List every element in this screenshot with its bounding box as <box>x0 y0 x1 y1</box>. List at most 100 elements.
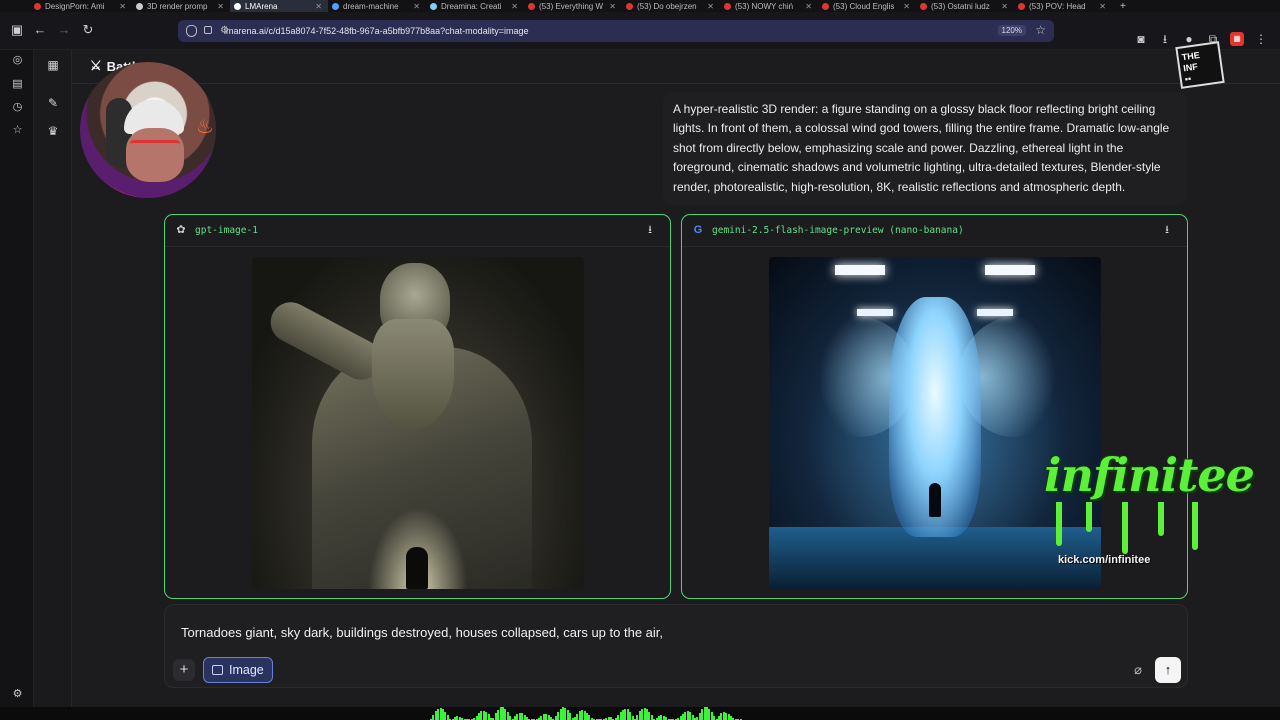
tab-title: (53) Everything W <box>539 1 604 11</box>
zoom-badge[interactable]: 120% <box>997 25 1026 36</box>
sidebar-toggle-icon[interactable]: ▣ <box>9 22 25 38</box>
browser-tab[interactable]: DesignPorn: Ami ✕ <box>30 0 132 12</box>
tab-favicon <box>1018 2 1025 10</box>
brand-url: kick.com/infinitee <box>1058 554 1151 566</box>
settings-icon[interactable]: ⚙ <box>11 688 24 701</box>
tab-favicon <box>920 2 927 10</box>
address-bar[interactable]: ⚙ lmarena.ai/c/d15a8074-7f52-48fb-967a-a… <box>178 20 1054 42</box>
close-tab-icon[interactable]: ✕ <box>707 2 714 11</box>
google-icon: G <box>693 224 703 236</box>
camera-icon[interactable]: ◙ <box>1134 32 1148 46</box>
tab-favicon <box>430 2 437 10</box>
tab-favicon <box>332 2 339 10</box>
generated-image[interactable] <box>252 257 584 589</box>
close-tab-icon[interactable]: ✕ <box>805 2 812 11</box>
swords-icon: ⚔ <box>90 58 102 73</box>
bookmarks-icon[interactable]: ☆ <box>11 124 24 137</box>
browser-tab[interactable]: dream-machine ✕ <box>328 0 426 12</box>
tab-title: DesignPorn: Ami <box>45 1 105 11</box>
tab-favicon <box>136 2 143 10</box>
close-tab-icon[interactable]: ✕ <box>1001 2 1008 11</box>
brand-wordmark: infinitee <box>1044 448 1255 502</box>
menu-icon[interactable]: ⋮ <box>1254 32 1268 46</box>
user-prompt-bubble: A hyper-realistic 3D render: a figure st… <box>663 92 1187 206</box>
shield-icon[interactable] <box>186 25 197 37</box>
prompt-composer[interactable]: Tornadoes giant, sky dark, buildings des… <box>164 604 1188 688</box>
prompt-input-text[interactable]: Tornadoes giant, sky dark, buildings des… <box>181 625 663 640</box>
close-tab-icon[interactable]: ✕ <box>119 2 126 11</box>
browser-tab[interactable]: (53) Do obejrzen ✕ <box>622 0 720 12</box>
new-chat-icon[interactable]: ✎ <box>46 96 60 110</box>
wallet-icon[interactable]: ▤ <box>11 78 24 91</box>
tab-title: Dreamina: Creati <box>441 1 502 11</box>
model-name: gemini-2.5-flash-image-preview (nano-ban… <box>712 225 964 236</box>
fire-icon: ♨ <box>196 116 214 138</box>
browser-tab[interactable]: (53) Ostatni ludz ✕ <box>916 0 1014 12</box>
card-header: ✿ gpt-image-1 ⭳ <box>165 215 670 247</box>
tab-favicon <box>528 2 535 10</box>
close-tab-icon[interactable]: ✕ <box>1099 2 1106 11</box>
url-text[interactable]: lmarena.ai/c/d15a8074-7f52-48fb-967a-a5b… <box>224 26 528 36</box>
back-icon[interactable]: ← <box>32 22 48 38</box>
attach-clip-icon[interactable]: ⌀ <box>1129 661 1147 679</box>
add-attachment-button[interactable]: + <box>173 659 195 681</box>
close-tab-icon[interactable]: ✕ <box>217 2 224 11</box>
gift-icon[interactable]: ▦ <box>1230 32 1244 46</box>
tab-title: dream-machine <box>343 1 399 11</box>
browser-tab[interactable]: (53) POV: Head ✕ <box>1014 0 1112 12</box>
browser-tab[interactable]: (53) Everything W ✕ <box>524 0 622 12</box>
browser-tab[interactable]: (53) Cloud Englis ✕ <box>818 0 916 12</box>
image-mode-label: Image <box>229 663 264 677</box>
app-sidebar: ▦ ✎ ♛ <box>34 50 72 720</box>
download-icon[interactable]: ⭳ <box>1161 224 1173 236</box>
download-icon[interactable]: ⭳ <box>644 224 656 236</box>
ai-icon[interactable]: ◎ <box>11 54 24 67</box>
history-icon[interactable]: ◷ <box>11 101 24 114</box>
openai-icon: ✿ <box>176 224 186 236</box>
reload-icon[interactable]: ↻ <box>80 22 96 38</box>
lock-icon[interactable] <box>204 26 212 34</box>
forward-icon[interactable]: → <box>56 22 72 38</box>
browser-tab[interactable]: Dreamina: Creati ✕ <box>426 0 524 12</box>
trophy-icon[interactable]: ♛ <box>46 124 60 138</box>
tab-title: (53) Ostatni ludz <box>931 1 990 11</box>
browser-sidebar: ◎ ▤ ◷ ☆ <box>0 50 34 720</box>
tab-favicon <box>234 2 241 10</box>
tab-title: (53) Cloud Englis <box>833 1 895 11</box>
image-mode-button[interactable]: Image <box>203 657 273 683</box>
site-settings-icon[interactable]: ⚙ <box>220 25 229 36</box>
app-header: ⚔ Battl <box>72 50 1280 84</box>
image-icon <box>212 665 223 675</box>
download-icon[interactable]: ⭳ <box>1158 32 1172 46</box>
close-tab-icon[interactable]: ✕ <box>903 2 910 11</box>
send-button[interactable]: ↑ <box>1155 657 1181 683</box>
tab-title: LMArena <box>245 1 278 11</box>
webcam-overlay: ♨ <box>80 62 216 198</box>
model-name: gpt-image-1 <box>195 225 258 236</box>
tab-title: (53) Do obejrzen <box>637 1 697 11</box>
result-card-a: ✿ gpt-image-1 ⭳ <box>164 214 671 599</box>
tab-favicon <box>626 2 633 10</box>
browser-tab[interactable]: (53) NOWY chiń ✕ <box>720 0 818 12</box>
tab-title: 3D render promp <box>147 1 208 11</box>
audio-visualizer <box>0 707 1280 720</box>
bookmark-star-icon[interactable]: ☆ <box>1035 23 1046 37</box>
streamer-brand-overlay: infinitee kick.com/infinitee <box>1040 440 1255 580</box>
browser-tab-strip: DesignPorn: Ami ✕ 3D render promp ✕ LMArena ✕… <box>0 0 1280 12</box>
channel-logo: THE INF ▪▪ <box>1175 41 1225 89</box>
tab-title: (53) NOWY chiń <box>735 1 794 11</box>
tab-title: (53) POV: Head <box>1029 1 1086 11</box>
close-tab-icon[interactable]: ✕ <box>413 2 420 11</box>
new-tab-button[interactable]: + <box>1112 1 1134 12</box>
tab-favicon <box>34 2 41 10</box>
close-tab-icon[interactable]: ✕ <box>511 2 518 11</box>
browser-tab[interactable]: 3D render promp ✕ <box>132 0 230 12</box>
tab-favicon <box>724 2 731 10</box>
card-header: G gemini-2.5-flash-image-preview (nano-b… <box>682 215 1187 247</box>
close-tab-icon[interactable]: ✕ <box>315 2 322 11</box>
browser-toolbar: ▣ ← → ↻ ⚙ lmarena.ai/c/d15a8074-7f52-48f… <box>0 12 1280 50</box>
browser-tab[interactable]: LMArena ✕ <box>230 0 328 12</box>
close-tab-icon[interactable]: ✕ <box>609 2 616 11</box>
tab-favicon <box>822 2 829 10</box>
leaderboard-table-icon[interactable]: ▦ <box>46 58 60 72</box>
